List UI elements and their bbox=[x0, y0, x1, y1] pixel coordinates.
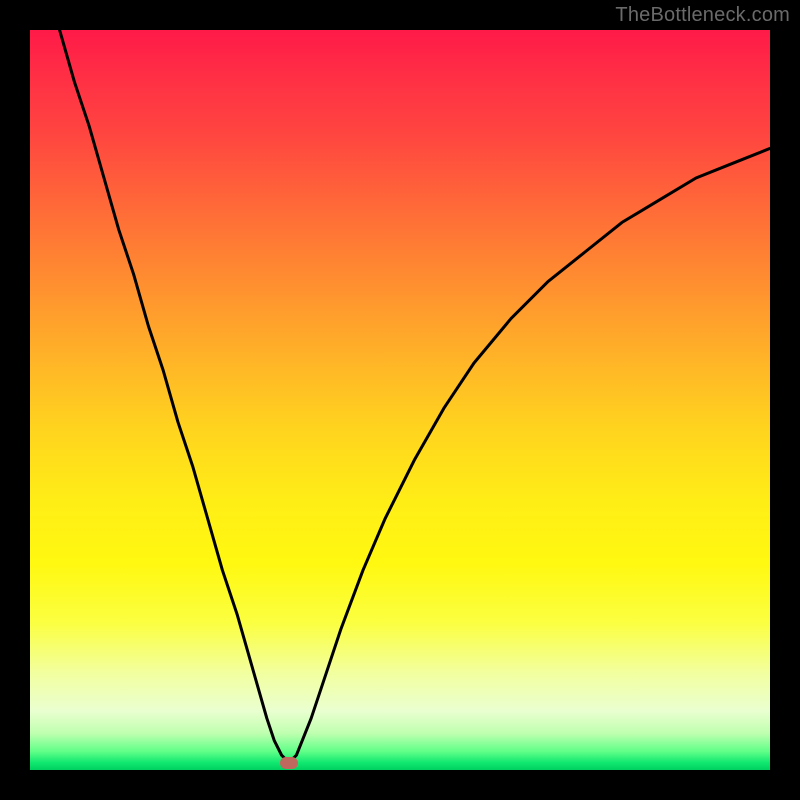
watermark-text: TheBottleneck.com bbox=[615, 4, 790, 27]
bottleneck-curve bbox=[30, 30, 770, 770]
plot-area bbox=[30, 30, 770, 770]
optimal-point-marker bbox=[280, 757, 298, 769]
chart-frame: TheBottleneck.com bbox=[0, 0, 800, 800]
